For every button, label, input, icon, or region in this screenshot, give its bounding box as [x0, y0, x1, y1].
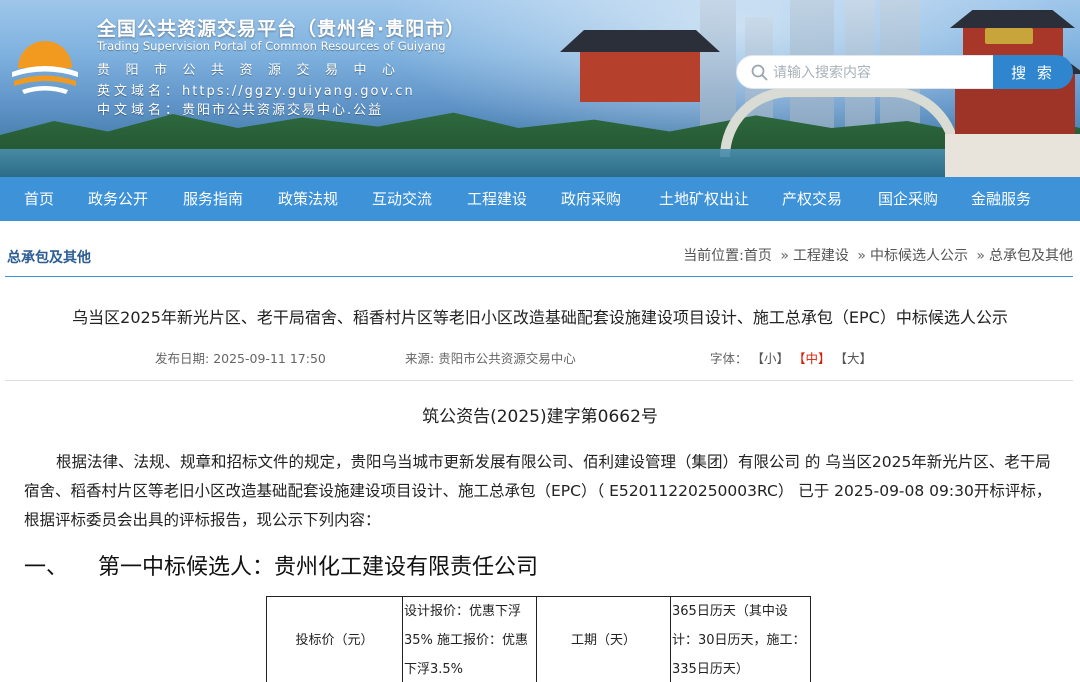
article-paragraph: 根据法律、法规、规章和招标文件的规定，贵阳乌当城市更新发展有限公司、佰利建设管理…: [24, 453, 1052, 529]
main-nav: 首页 政务公开 服务指南 政策法规 互动交流 工程建设 政府采购 土地矿权出让 …: [0, 177, 1080, 221]
breadcrumb-construction[interactable]: 工程建设: [793, 245, 849, 265]
search-input[interactable]: [773, 62, 983, 84]
nav-item-interaction[interactable]: 互动交流: [348, 177, 456, 221]
article-source: 来源: 贵阳市公共资源交易中心: [405, 348, 576, 367]
table-row: 投标价（元） 设计报价：优惠下浮35% 施工报价：优惠下浮3.5% 工期（天） …: [266, 596, 811, 682]
candidate-table: 投标价（元） 设计报价：优惠下浮35% 施工报价：优惠下浮3.5% 工期（天） …: [266, 596, 811, 682]
nav-item-gov-affairs[interactable]: 政务公开: [78, 177, 158, 221]
publish-date: 发布日期: 2025-09-11 17:50: [155, 348, 326, 367]
en-domain-line: 英文域名：https://ggzy.guiyang.gov.cn: [97, 80, 415, 99]
breadcrumb-separator: »: [857, 248, 866, 264]
search-button[interactable]: 搜 索: [993, 55, 1073, 89]
nav-item-soe-procurement[interactable]: 国企采购: [860, 177, 956, 221]
nav-item-policy[interactable]: 政策法规: [268, 177, 348, 221]
breadcrumb-separator: »: [976, 248, 985, 264]
section-header: 总承包及其他 当前位置:首页 » 工程建设 » 中标候选人公示 » 总承包及其他: [5, 243, 1073, 277]
bid-price-label: 投标价（元）: [266, 596, 403, 682]
breadcrumb-home[interactable]: 首页: [744, 245, 772, 265]
breadcrumb-candidate-notice[interactable]: 中标候选人公示: [870, 245, 968, 265]
heading-number: 一、: [24, 555, 69, 580]
banner-water: [0, 149, 1080, 177]
first-candidate-heading: 一、 第一中标候选人：贵州化工建设有限责任公司: [24, 549, 538, 581]
en-domain-value: https://ggzy.guiyang.gov.cn: [182, 84, 415, 99]
search-icon: [751, 64, 768, 81]
font-size-small-button[interactable]: 【小】: [752, 348, 790, 367]
publish-date-value: 2025-09-11 17:50: [213, 351, 326, 366]
font-size-label: 字体：: [710, 351, 748, 366]
nav-item-property-rights[interactable]: 产权交易: [764, 177, 860, 221]
heading-text: 第一中标候选人：贵州化工建设有限责任公司: [98, 555, 539, 580]
section-title: 总承包及其他: [7, 250, 91, 266]
article-title: 乌当区2025年新光片区、老干局宿舍、稻香村片区等老旧小区改造基础配套设施建设项…: [72, 308, 1008, 327]
cn-domain-value: 贵阳市公共资源交易中心.公益: [182, 103, 384, 118]
bid-price-value: 设计报价：优惠下浮35% 施工报价：优惠下浮3.5%: [402, 596, 537, 682]
site-title: 全国公共资源交易平台（贵州省·贵阳市）: [97, 18, 466, 40]
breadcrumb-separator: »: [780, 248, 789, 264]
font-size-medium-button[interactable]: 【中】: [793, 348, 831, 367]
nav-item-construction[interactable]: 工程建设: [456, 177, 538, 221]
nav-item-financial[interactable]: 金融服务: [956, 177, 1046, 221]
duration-label: 工期（天）: [536, 596, 671, 682]
nav-item-home[interactable]: 首页: [0, 177, 78, 221]
duration-value: 365日历天（其中设计：30日历天，施工：335日历天）: [670, 596, 811, 682]
search-box: [736, 55, 994, 89]
banner-bridge: [720, 87, 960, 157]
site-subtitle-en: Trading Supervision Portal of Common Res…: [97, 39, 446, 53]
en-domain-label: 英文域名：: [97, 84, 183, 99]
publish-date-label: 发布日期:: [155, 351, 210, 366]
nav-item-service-guide[interactable]: 服务指南: [158, 177, 268, 221]
banner-pavilion: [560, 30, 720, 110]
document-number: 筑公资告(2025)建字第0662号: [422, 407, 658, 427]
source-label: 来源:: [405, 351, 435, 366]
breadcrumb-current[interactable]: 总承包及其他: [989, 245, 1073, 265]
source-value: 贵阳市公共资源交易中心: [438, 351, 576, 366]
cn-domain-line: 中文域名：贵阳市公共资源交易中心.公益: [97, 99, 383, 118]
breadcrumb-prefix: 当前位置:: [683, 248, 744, 264]
cn-domain-label: 中文域名：: [97, 103, 183, 118]
site-logo-icon[interactable]: [8, 28, 82, 98]
nav-item-gov-procurement[interactable]: 政府采购: [538, 177, 644, 221]
center-name: 贵阳市公共资源交易中心: [97, 63, 411, 78]
header-banner: 全国公共资源交易平台（贵州省·贵阳市） Trading Supervision …: [0, 0, 1080, 177]
font-size-large-button[interactable]: 【大】: [835, 348, 873, 367]
nav-item-land-mining[interactable]: 土地矿权出让: [644, 177, 764, 221]
divider: [5, 380, 1073, 381]
breadcrumb: 当前位置:首页 » 工程建设 » 中标候选人公示 » 总承包及其他: [683, 245, 1073, 265]
font-size-switcher: 字体： 【小】 【中】 【大】: [710, 348, 872, 367]
